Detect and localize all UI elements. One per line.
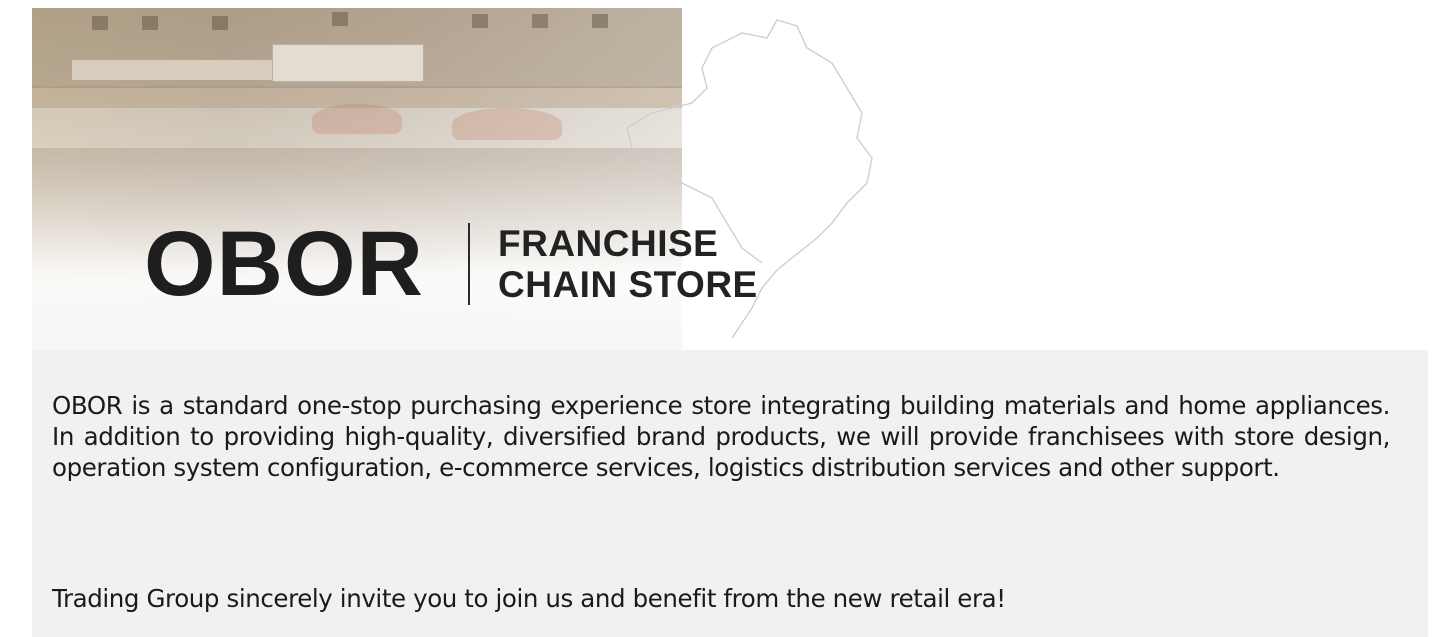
brand-logo: OBOR FRANCHISE CHAIN STORE bbox=[144, 214, 758, 314]
window bbox=[332, 12, 348, 26]
logo-wordmark: OBOR bbox=[144, 213, 424, 315]
window bbox=[92, 16, 108, 30]
logo-divider bbox=[468, 223, 470, 305]
window bbox=[472, 14, 488, 28]
window bbox=[142, 16, 158, 30]
description-text: OBOR is a standard one-stop purchasing e… bbox=[52, 391, 1390, 482]
invitation-text: Trading Group sincerely invite you to jo… bbox=[52, 584, 1006, 613]
hero-banner: OBOR FRANCHISE CHAIN STORE bbox=[32, 8, 1428, 350]
umbrella bbox=[452, 108, 562, 140]
logo-tagline: FRANCHISE CHAIN STORE bbox=[498, 223, 758, 306]
window bbox=[212, 16, 228, 30]
shop-sign bbox=[72, 60, 272, 80]
description-panel: OBOR is a standard one-stop purchasing e… bbox=[32, 350, 1428, 637]
window bbox=[532, 14, 548, 28]
umbrella bbox=[312, 104, 402, 134]
shop-signboard bbox=[272, 44, 424, 82]
page: OBOR FRANCHISE CHAIN STORE OBOR is a sta… bbox=[0, 0, 1444, 637]
logo-tagline-line2: CHAIN STORE bbox=[498, 264, 758, 305]
logo-tagline-line1: FRANCHISE bbox=[498, 222, 719, 264]
